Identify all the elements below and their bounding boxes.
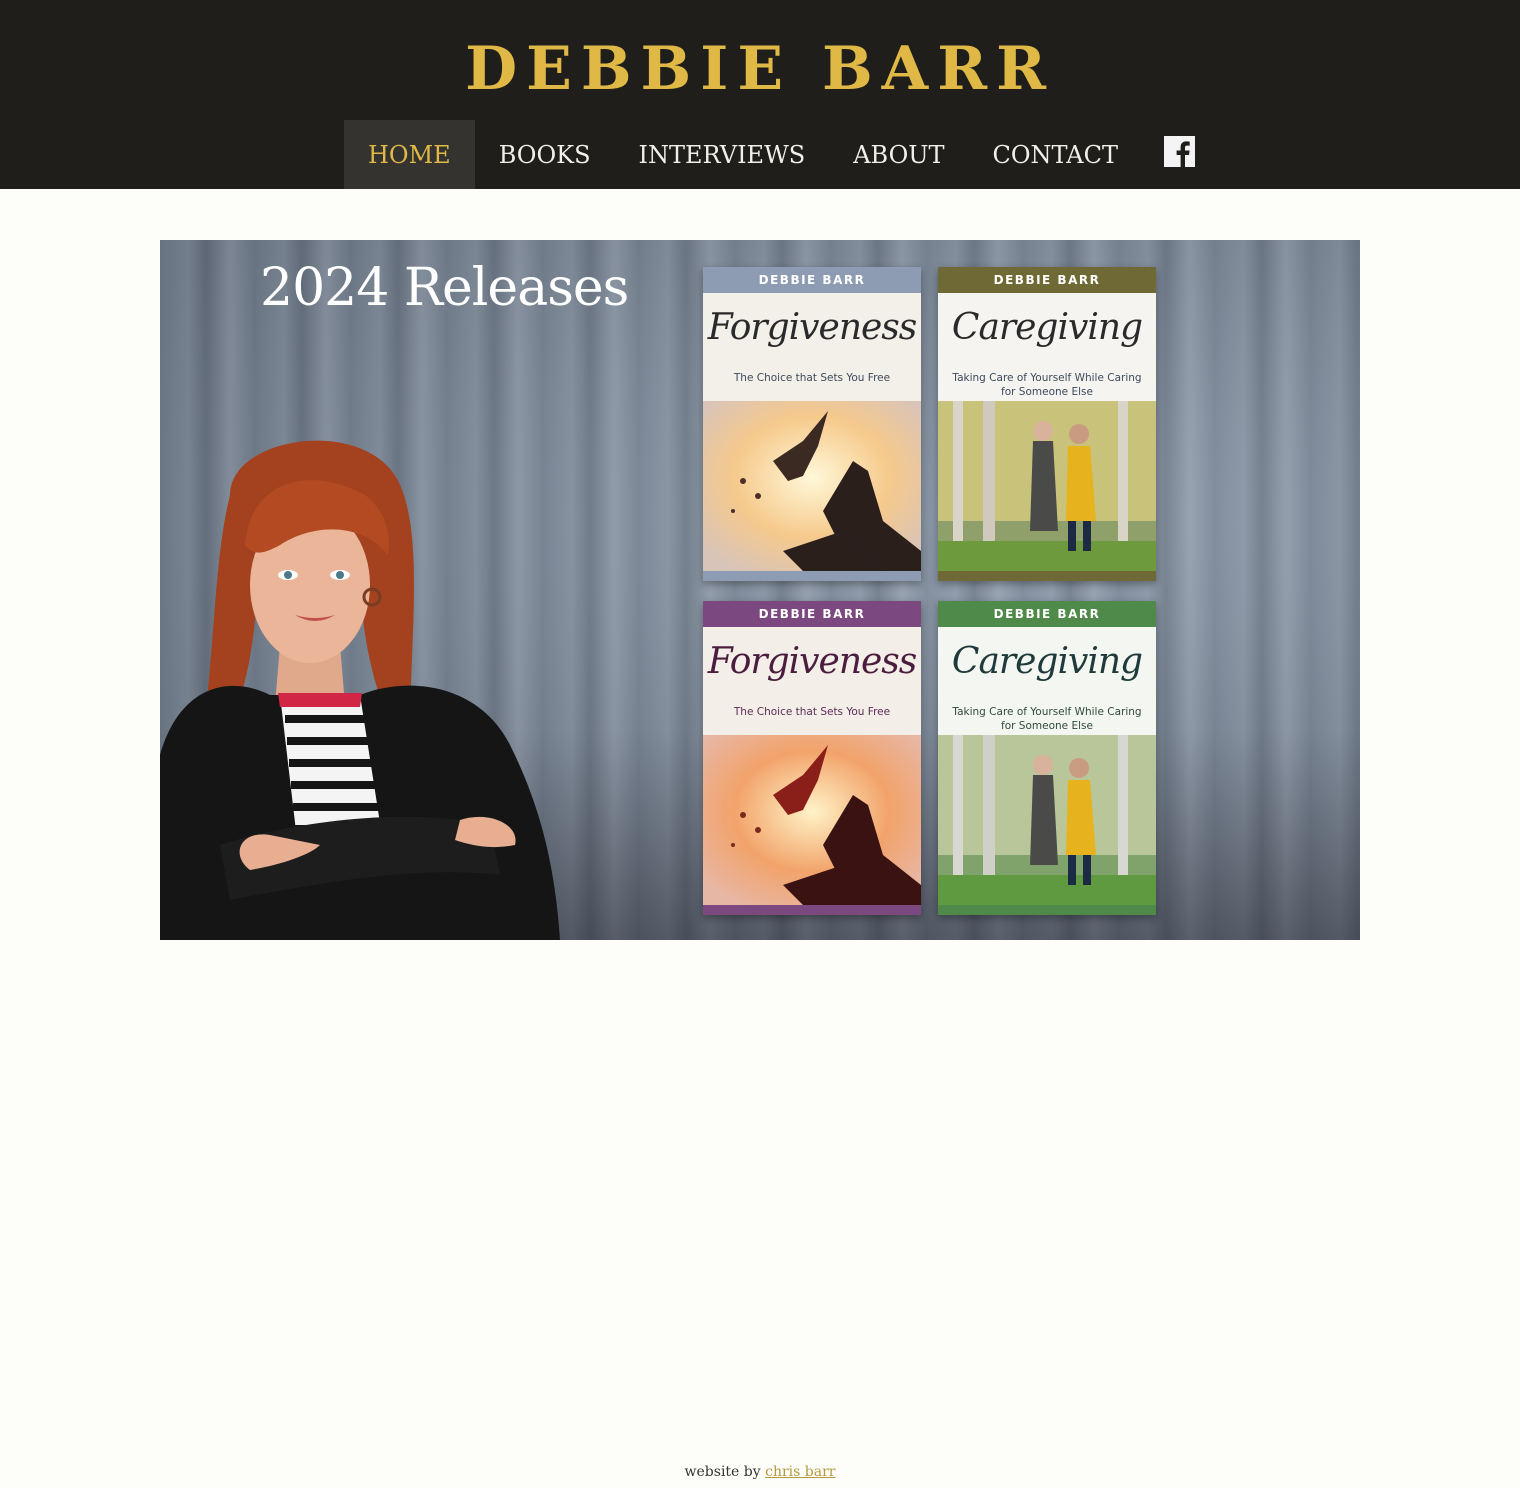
dove-hands-illustration [703,401,921,571]
facebook-icon [1163,136,1195,167]
nav-contact[interactable]: CONTACT [969,120,1142,189]
book-subtitle: Taking Care of Yourself While Caring for… [952,372,1142,398]
walking-couple-illustration [938,401,1156,571]
book-cover-forgiveness-alt[interactable]: DEBBIE BARR Forgiveness The Choice that … [703,601,921,915]
nav-interviews[interactable]: INTERVIEWS [615,120,830,189]
book-author-band: DEBBIE BARR [703,267,921,293]
hero-banner: 2024 Releases DEBBIE BARR Forgiveness Th… [160,240,1360,940]
nav-books[interactable]: BOOKS [475,120,615,189]
main-nav: HOME BOOKS INTERVIEWS ABOUT CONTACT [344,120,1211,189]
book-author-band: DEBBIE BARR [938,601,1156,627]
site-title[interactable]: DEBBIE BARR [0,34,1520,104]
book-title: Caregiving [951,641,1143,682]
walking-couple-illustration [938,735,1156,905]
footer-credit-link[interactable]: chris barr [765,1464,835,1480]
book-title: Forgiveness [707,641,918,682]
hero-title: 2024 Releases [260,258,629,318]
site-footer: website by chris barr [0,1464,1520,1480]
nav-about[interactable]: ABOUT [829,120,968,189]
book-cover-caregiving[interactable]: DEBBIE BARR Caregiving Taking Care of Yo… [938,267,1156,581]
author-portrait [160,440,560,940]
book-author-band: DEBBIE BARR [938,267,1156,293]
book-cover-caregiving-alt[interactable]: DEBBIE BARR Caregiving Taking Care of Yo… [938,601,1156,915]
nav-facebook-link[interactable] [1142,120,1211,189]
nav-home[interactable]: HOME [344,120,475,189]
dove-hands-illustration [703,735,921,905]
footer-credit-text: website by [684,1464,766,1480]
book-title: Caregiving [951,307,1143,348]
site-header: DEBBIE BARR HOME BOOKS INTERVIEWS ABOUT … [0,0,1520,189]
book-title: Forgiveness [707,307,918,348]
book-author-band: DEBBIE BARR [703,601,921,627]
book-subtitle: The Choice that Sets You Free [733,706,891,718]
book-subtitle: The Choice that Sets You Free [733,372,891,384]
book-subtitle: Taking Care of Yourself While Caring for… [952,706,1142,732]
book-cover-forgiveness[interactable]: DEBBIE BARR Forgiveness The Choice that … [703,267,921,581]
